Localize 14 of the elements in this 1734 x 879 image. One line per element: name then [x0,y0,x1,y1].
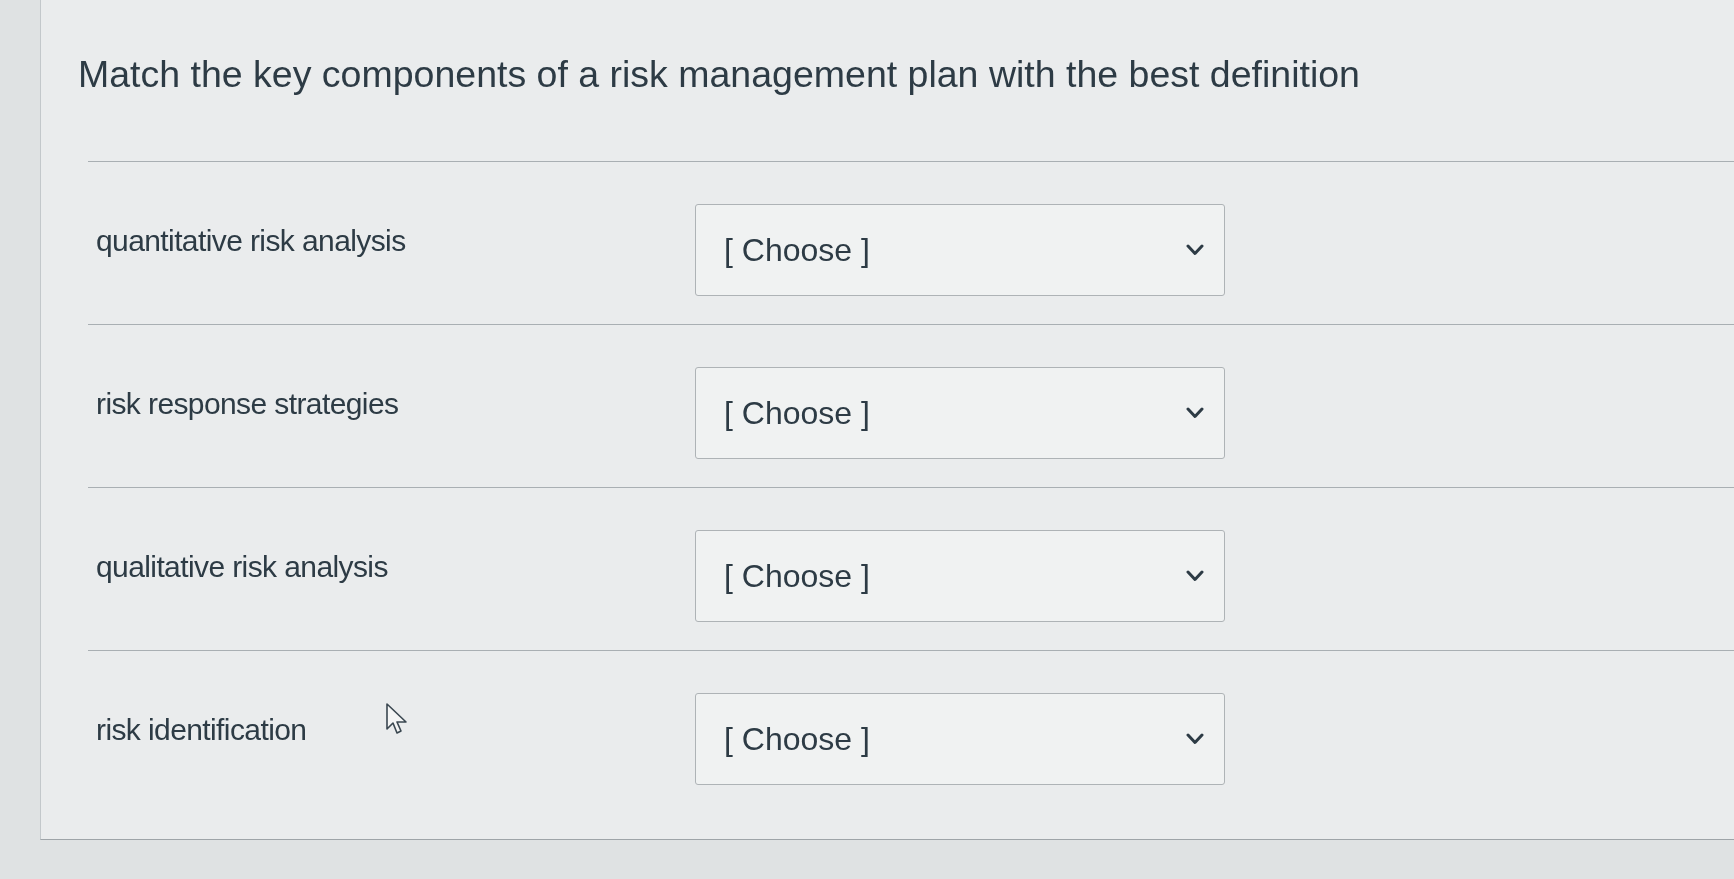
question-prompt: Match the key components of a risk management plan with the best definition [78,52,1361,97]
answer-dropdown[interactable]: [ Choose ] [695,204,1225,296]
chevron-down-icon [1186,244,1204,256]
chevron-down-icon [1186,407,1204,419]
mouse-pointer-icon [386,703,409,735]
chevron-down-icon [1186,733,1204,745]
term-label: quantitative risk analysis [96,223,406,259]
answer-dropdown[interactable]: [ Choose ] [695,693,1225,785]
answer-dropdown[interactable]: [ Choose ] [695,367,1225,459]
term-label: qualitative risk analysis [96,549,388,585]
term-label: risk identification [96,712,307,748]
chevron-down-icon [1186,570,1204,582]
answer-dropdown[interactable]: [ Choose ] [695,530,1225,622]
term-label: risk response strategies [96,386,399,422]
